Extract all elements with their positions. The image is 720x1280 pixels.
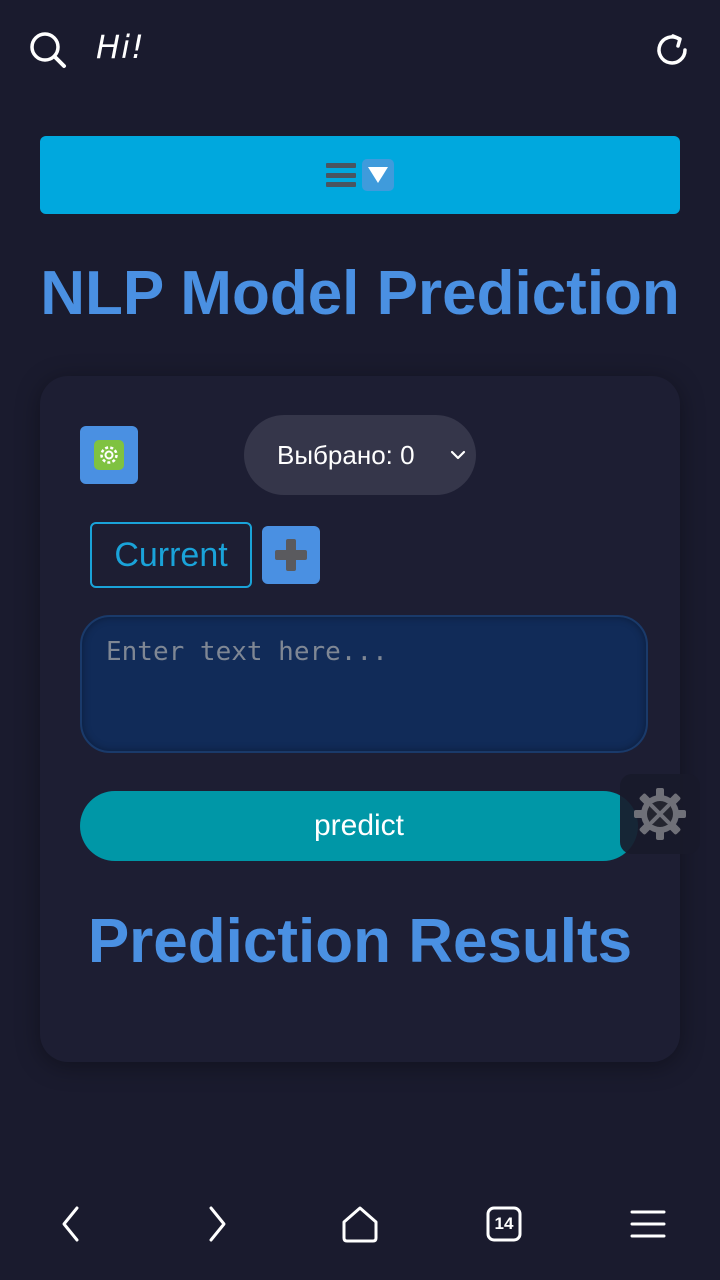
tabs-icon: 14: [486, 1206, 522, 1242]
chevron-left-icon: [62, 1206, 79, 1242]
predict-button[interactable]: predict: [80, 791, 638, 861]
hamburger-icon: [326, 163, 356, 187]
plus-icon: [275, 539, 307, 571]
home-button[interactable]: [330, 1194, 390, 1254]
forward-button[interactable]: [186, 1194, 246, 1254]
tabs-count: 14: [494, 1214, 514, 1233]
greeting-text: Hi!: [96, 28, 145, 66]
tab-current[interactable]: Current: [90, 522, 252, 588]
model-select-value: Выбрано: 0: [277, 439, 415, 470]
menu-button[interactable]: [618, 1194, 678, 1254]
gear-icon: [94, 440, 124, 470]
search-icon[interactable]: [26, 28, 70, 72]
browser-top-bar: Hi!: [0, 0, 720, 96]
tools-gear-icon: [634, 788, 686, 840]
browser-bottom-nav: 14: [0, 1184, 720, 1280]
model-select[interactable]: Выбрано: 0: [244, 415, 476, 495]
page: Hi! NLP Model Prediction Выбрано: 0 Curr…: [0, 0, 720, 1280]
text-input[interactable]: [80, 615, 648, 753]
home-icon: [342, 1206, 378, 1243]
floating-tools-button[interactable]: [620, 774, 700, 854]
back-button[interactable]: [42, 1194, 102, 1254]
down-triangle-icon: [362, 159, 394, 191]
add-tab-button[interactable]: [262, 526, 320, 584]
results-title: Prediction Results: [87, 907, 633, 976]
tabs-button[interactable]: 14: [474, 1194, 534, 1254]
chevron-down-icon: [450, 450, 466, 460]
refresh-icon[interactable]: [650, 28, 694, 72]
prediction-card: Выбрано: 0 Current predict Prediction Re…: [40, 376, 680, 1062]
page-title: NLP Model Prediction: [40, 259, 680, 328]
hamburger-icon: [630, 1210, 666, 1238]
menu-toggle-bar[interactable]: [40, 136, 680, 214]
chevron-right-icon: [209, 1206, 226, 1242]
settings-button[interactable]: [80, 426, 138, 484]
